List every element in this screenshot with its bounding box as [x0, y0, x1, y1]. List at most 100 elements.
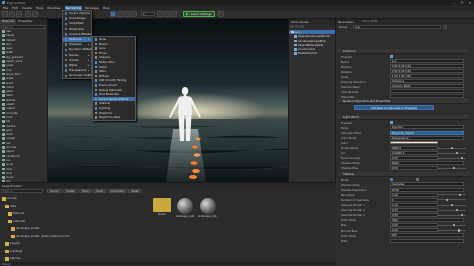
folder-tree-item[interactable]: data [0, 203, 140, 211]
undo-icon[interactable] [25, 11, 31, 17]
property-value[interactable] [390, 94, 464, 99]
property-value[interactable]: Dynamic [390, 125, 464, 130]
slider-handle[interactable] [451, 203, 454, 207]
node-tree-item[interactable]: FieldDistortion [289, 51, 335, 55]
scale-icon[interactable] [131, 11, 137, 17]
menu-packages[interactable]: Packages [85, 6, 99, 10]
menu-rendering[interactable]: Rendering [64, 5, 82, 10]
asset-tile[interactable]: landscape_mat [175, 198, 195, 218]
slider-handle[interactable] [458, 229, 461, 232]
property-value[interactable] [390, 238, 464, 243]
property-value[interactable]: Collision Mask [390, 84, 464, 89]
property-checkbox[interactable] [390, 55, 393, 58]
slider-handle[interactable] [446, 198, 449, 201]
slider-handle[interactable] [461, 156, 464, 160]
property-value[interactable]: 2048 [390, 187, 464, 192]
menu-tools[interactable]: Tools [36, 6, 43, 10]
property-value[interactable]: Cascades [390, 182, 464, 187]
property-value[interactable]: 0.00 [390, 156, 438, 161]
common-section-header[interactable]: Common [338, 49, 470, 54]
rendering-menu-item[interactable]: Occlusion Culling ▸ [63, 73, 94, 78]
play-button[interactable]: Select Settings [183, 11, 215, 17]
asset-browser-tab[interactable]: Asset Browser [0, 184, 22, 188]
remove-node-icon[interactable] [295, 24, 299, 29]
light-section-header[interactable]: Light World [338, 115, 470, 120]
property-value[interactable]: Temperature [390, 135, 464, 140]
asset-tile[interactable]: landscape_mat_d [198, 198, 218, 218]
asset-toolbar-button[interactable]: Create [63, 188, 78, 194]
save-icon[interactable] [16, 11, 22, 17]
radio-option-1[interactable] [390, 178, 393, 181]
close-button[interactable]: ✕ [466, 1, 474, 5]
folder-tree-item[interactable]: plugins [0, 240, 140, 248]
slider-handle[interactable] [456, 208, 459, 212]
radio-option-2[interactable] [416, 178, 419, 181]
add-component-header[interactable]: Node Components and Properties [338, 99, 470, 104]
slider-handle[interactable] [459, 193, 462, 196]
property-value[interactable]: Physically Based [390, 130, 464, 135]
slider-handle[interactable] [451, 146, 454, 150]
rotate-icon[interactable] [124, 11, 130, 17]
property-value[interactable]: 0.00 0.00 0.00 [390, 69, 464, 74]
property-slider[interactable] [438, 167, 466, 170]
asset-search-input[interactable]: Search [1, 189, 43, 193]
add-component-button[interactable]: Add New Component or Property [354, 104, 434, 110]
folder-tree-item[interactable]: buildings [0, 248, 140, 256]
property-value[interactable]: 4 [390, 197, 438, 202]
property-value[interactable]: PCF [390, 233, 464, 238]
property-slider[interactable] [438, 224, 466, 227]
filter-icon[interactable] [300, 24, 304, 29]
property-value[interactable]: 1.00 [390, 192, 438, 197]
property-slider[interactable] [438, 213, 466, 217]
property-value[interactable]: sun [390, 59, 464, 64]
tab-properties[interactable]: Properties [16, 19, 34, 24]
property-slider[interactable] [438, 198, 466, 201]
menu-file[interactable]: File [3, 6, 8, 10]
property-value[interactable]: 5600.0 [390, 145, 438, 150]
add-node-icon[interactable] [290, 24, 294, 29]
asset-toolbar-button[interactable]: Asset [128, 188, 142, 194]
grid-icon[interactable] [164, 11, 170, 17]
frame-field[interactable]: 1 [141, 12, 155, 16]
asset-toolbar-button[interactable]: Show [93, 188, 107, 194]
redo-icon[interactable] [32, 11, 38, 17]
property-slider[interactable] [438, 156, 466, 160]
tab-materials[interactable]: Materials [0, 19, 17, 24]
property-slider[interactable] [438, 151, 466, 155]
node-name-field[interactable]: sun [353, 25, 442, 29]
feature-toggle[interactable]: Depth Pre-Pass [93, 115, 135, 120]
folder-tree-item[interactable]: sunrise [0, 195, 140, 203]
folder-tree-item[interactable]: textures [0, 210, 140, 218]
folder-tree-item[interactable]: landscape_terrain [0, 225, 140, 233]
snap-icon[interactable] [157, 11, 163, 17]
settings-icon[interactable] [217, 11, 224, 17]
property-value[interactable]: High [390, 218, 464, 223]
maximize-button[interactable]: ❐ [458, 1, 466, 5]
minimize-button[interactable]: — [450, 1, 458, 5]
select-icon[interactable] [110, 11, 116, 17]
asset-tile[interactable]: Nodes [152, 198, 172, 216]
property-value[interactable]: 0.50 [390, 166, 438, 171]
asset-toolbar-button[interactable]: Save [79, 188, 92, 194]
property-value[interactable]: 100000.0 [390, 150, 438, 155]
property-value[interactable]: 0.00 0.00 0.00 [390, 64, 464, 69]
asset-toolbar-button[interactable]: Import [47, 188, 62, 194]
move-icon[interactable] [117, 11, 123, 17]
property-value[interactable]: Collisions [390, 79, 464, 84]
open-icon[interactable] [9, 11, 15, 17]
menu-windows[interactable]: Windows [47, 6, 60, 10]
shadow-section-header[interactable]: Shadow [338, 172, 470, 177]
new-icon[interactable] [2, 11, 8, 17]
slider-handle[interactable] [461, 213, 464, 217]
slider-handle[interactable] [453, 167, 456, 170]
color-swatch[interactable] [390, 140, 438, 145]
property-slider[interactable] [438, 146, 466, 150]
property-slider[interactable] [438, 208, 466, 212]
slider-handle[interactable] [453, 224, 456, 227]
property-slider[interactable] [438, 203, 466, 207]
asset-toolbar-button[interactable]: landscape [107, 188, 127, 194]
property-value[interactable] [390, 89, 464, 94]
property-checkbox[interactable] [390, 121, 393, 124]
left-search-input[interactable]: Search [1, 24, 45, 29]
property-value[interactable]: Static [390, 161, 464, 166]
